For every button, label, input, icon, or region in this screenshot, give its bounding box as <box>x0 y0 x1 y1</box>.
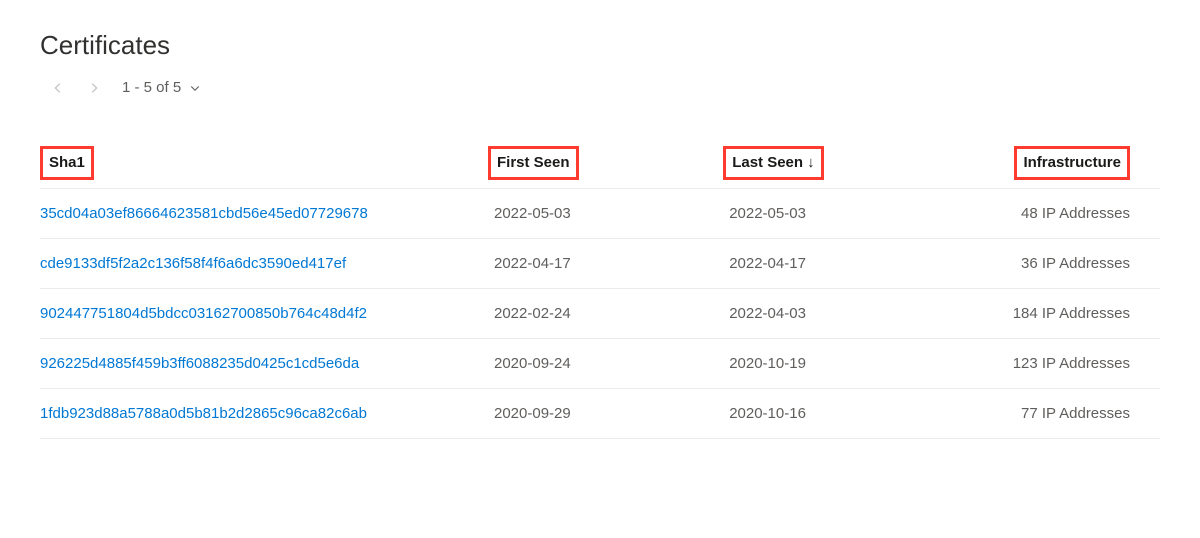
chevron-down-icon <box>189 82 201 94</box>
page-count-dropdown[interactable]: 1 - 5 of 5 <box>122 79 201 96</box>
column-label: Sha1 <box>40 146 94 180</box>
page-count-label: 1 - 5 of 5 <box>122 79 181 96</box>
chevron-left-icon <box>51 81 65 95</box>
infrastructure-cell: 184 IP Addresses <box>958 289 1160 339</box>
last-seen-cell: 2020-10-16 <box>723 389 958 439</box>
sort-descending-icon: ↓ <box>807 149 815 177</box>
first-seen-cell: 2020-09-24 <box>488 339 723 389</box>
table-row: 902447751804d5bdcc03162700850b764c48d4f2… <box>40 289 1160 339</box>
table-row: 35cd04a03ef86664623581cbd56e45ed07729678… <box>40 189 1160 239</box>
pagination-bar: 1 - 5 of 5 <box>50 79 1160 96</box>
first-seen-cell: 2022-05-03 <box>488 189 723 239</box>
first-seen-cell: 2022-02-24 <box>488 289 723 339</box>
infrastructure-cell: 77 IP Addresses <box>958 389 1160 439</box>
sha1-link[interactable]: 35cd04a03ef86664623581cbd56e45ed07729678 <box>40 205 368 222</box>
last-seen-cell: 2022-04-03 <box>723 289 958 339</box>
sha1-link[interactable]: 1fdb923d88a5788a0d5b81b2d2865c96ca82c6ab <box>40 405 367 422</box>
table-row: cde9133df5f2a2c136f58f4f6a6dc3590ed417ef… <box>40 239 1160 289</box>
page-title: Certificates <box>40 30 1160 61</box>
sha1-link[interactable]: cde9133df5f2a2c136f58f4f6a6dc3590ed417ef <box>40 255 346 272</box>
first-seen-cell: 2022-04-17 <box>488 239 723 289</box>
next-page-button[interactable] <box>86 80 102 96</box>
table-row: 926225d4885f459b3ff6088235d0425c1cd5e6da… <box>40 339 1160 389</box>
last-seen-cell: 2022-05-03 <box>723 189 958 239</box>
column-label: First Seen <box>488 146 579 180</box>
last-seen-cell: 2020-10-19 <box>723 339 958 389</box>
sha1-link[interactable]: 902447751804d5bdcc03162700850b764c48d4f2 <box>40 305 367 322</box>
certificates-table: Sha1 First Seen Last Seen↓ Infrastructur… <box>40 138 1160 439</box>
column-header-sha1[interactable]: Sha1 <box>40 138 488 189</box>
prev-page-button[interactable] <box>50 80 66 96</box>
infrastructure-cell: 123 IP Addresses <box>958 339 1160 389</box>
infrastructure-cell: 36 IP Addresses <box>958 239 1160 289</box>
first-seen-cell: 2020-09-29 <box>488 389 723 439</box>
chevron-right-icon <box>87 81 101 95</box>
last-seen-cell: 2022-04-17 <box>723 239 958 289</box>
column-header-infrastructure[interactable]: Infrastructure <box>958 138 1160 189</box>
column-label: Last Seen↓ <box>723 146 823 180</box>
infrastructure-cell: 48 IP Addresses <box>958 189 1160 239</box>
table-row: 1fdb923d88a5788a0d5b81b2d2865c96ca82c6ab… <box>40 389 1160 439</box>
column-header-last-seen[interactable]: Last Seen↓ <box>723 138 958 189</box>
column-header-first-seen[interactable]: First Seen <box>488 138 723 189</box>
sha1-link[interactable]: 926225d4885f459b3ff6088235d0425c1cd5e6da <box>40 355 359 372</box>
column-label: Infrastructure <box>1014 146 1130 180</box>
